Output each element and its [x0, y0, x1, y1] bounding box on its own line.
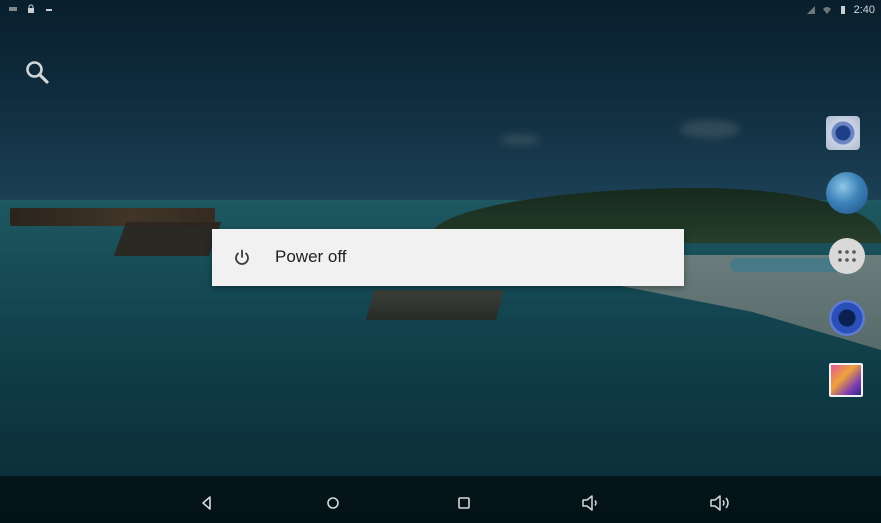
home-screen: 2:40 Power off	[0, 0, 881, 523]
dots-grid-icon	[838, 250, 856, 262]
search-icon[interactable]	[24, 59, 50, 85]
battery-icon	[840, 6, 845, 14]
lock-icon	[28, 4, 34, 13]
status-bar: 2:40	[0, 0, 881, 20]
power-off-label[interactable]: Power off	[275, 247, 347, 267]
all-apps-icon[interactable]	[829, 238, 865, 274]
browser-globe-icon[interactable]	[826, 172, 868, 214]
signal-icon	[806, 6, 815, 14]
volume-up-icon[interactable]	[708, 494, 734, 512]
minus-icon	[46, 9, 52, 11]
recents-icon[interactable]	[455, 494, 473, 512]
wifi-icon	[822, 7, 831, 14]
camera-icon[interactable]	[826, 116, 860, 150]
status-time: 2:40	[853, 4, 875, 16]
back-icon[interactable]	[198, 494, 216, 512]
volume-down-icon[interactable]	[580, 494, 602, 512]
notification-icon	[9, 7, 17, 11]
power-icon	[235, 249, 249, 265]
navigation-bar	[0, 476, 881, 523]
gallery-icon[interactable]	[829, 363, 863, 397]
music-icon[interactable]	[829, 300, 865, 336]
home-icon[interactable]	[324, 494, 342, 512]
